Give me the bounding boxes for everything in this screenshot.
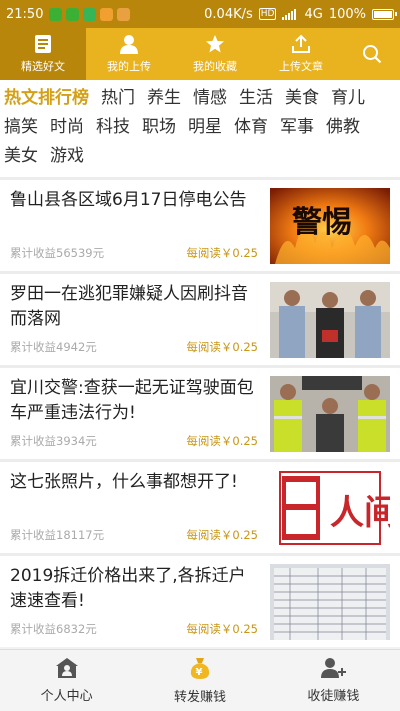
tab-featured-articles[interactable]: 精选好文 — [0, 28, 86, 80]
status-time: 21:50 — [6, 6, 44, 22]
tab-share-earn[interactable]: ¥ 转发赚钱 — [133, 650, 266, 711]
search-button[interactable] — [344, 28, 400, 80]
news-earnings: 累计收益56539元 — [10, 246, 105, 260]
network-type: 4G — [304, 6, 323, 22]
category-item[interactable]: 热门 — [101, 84, 135, 113]
add-user-icon — [321, 658, 347, 678]
tab-label: 收徒赚钱 — [307, 689, 360, 704]
search-icon — [363, 45, 382, 64]
news-thumbnail[interactable] — [270, 376, 390, 452]
tab-label: 精选好文 — [21, 60, 65, 73]
news-rate: 每阅读￥0.25 — [186, 528, 258, 542]
wechat-notification-icon — [66, 7, 80, 21]
tab-label: 个人中心 — [40, 689, 93, 704]
traffic-police-image — [270, 376, 390, 452]
tab-label: 我的上传 — [107, 60, 151, 73]
money-bag-icon: ¥ — [190, 658, 210, 679]
category-item[interactable]: 时尚 — [50, 113, 84, 142]
article-icon — [35, 35, 51, 53]
chat-notification-icon — [83, 7, 97, 21]
category-item[interactable]: 军事 — [280, 113, 314, 142]
news-earnings: 累计收益3934元 — [10, 434, 97, 448]
status-bar: 21:50 0.04K/s HD 4G 100% — [0, 0, 400, 28]
category-item[interactable]: 体育 — [234, 113, 268, 142]
thumb-text: 警惕 — [292, 205, 352, 240]
news-rate: 每阅读￥0.25 — [186, 434, 258, 448]
news-title[interactable]: 这七张照片，什么事都想开了! — [10, 470, 260, 495]
news-title[interactable]: 鲁山县各区域6月17日停电公告 — [10, 188, 260, 213]
network-speed: 0.04K/s — [204, 6, 253, 22]
news-earnings: 累计收益4942元 — [10, 340, 97, 354]
category-item[interactable]: 生活 — [239, 84, 273, 113]
category-item[interactable]: 育儿 — [331, 84, 365, 113]
category-list: 热文排行榜 热门 养生 情感 生活 美食 育儿 搞笑 时尚 科技 职场 明星 体… — [0, 80, 400, 177]
news-rate: 每阅读￥0.25 — [186, 340, 258, 354]
category-item[interactable]: 科技 — [96, 113, 130, 142]
news-list: 鲁山县各区域6月17日停电公告 累计收益56539元 每阅读￥0.25 警惕 罗… — [0, 177, 400, 647]
seal-calligraphy-image: 人间 — [270, 470, 390, 546]
news-earnings: 累计收益18117元 — [10, 528, 105, 542]
news-item[interactable]: 2019拆迁价格出来了,各拆迁户速速查看! 累计收益6832元 每阅读￥0.25 — [0, 553, 400, 647]
battery-percent: 100% — [328, 6, 366, 22]
news-thumbnail[interactable]: 人间 — [270, 470, 390, 546]
news-title[interactable]: 2019拆迁价格出来了,各拆迁户速速查看! — [10, 564, 260, 614]
tab-recruit-earn[interactable]: 收徒赚钱 — [267, 650, 400, 711]
category-item[interactable]: 情感 — [193, 84, 227, 113]
top-nav: 精选好文 我的上传 我的收藏 上传文章 — [0, 28, 400, 80]
category-item[interactable]: 搞笑 — [4, 113, 38, 142]
tab-label: 上传文章 — [279, 60, 323, 73]
user-icon — [120, 35, 138, 54]
police-photo-image — [270, 282, 390, 358]
tab-my-uploads[interactable]: 我的上传 — [86, 28, 172, 80]
tab-personal-center[interactable]: 个人中心 — [0, 650, 133, 711]
tab-my-favorites[interactable]: 我的收藏 — [172, 28, 258, 80]
home-person-icon — [55, 658, 78, 678]
tab-label: 转发赚钱 — [173, 690, 226, 705]
battery-icon — [372, 8, 397, 20]
news-title[interactable]: 宜川交警:查获一起无证驾驶面包车严重违法行为! — [10, 376, 260, 426]
category-item[interactable]: 游戏 — [50, 142, 84, 171]
news-thumbnail[interactable] — [270, 282, 390, 358]
signal-icon — [282, 8, 297, 20]
category-item[interactable]: 佛教 — [326, 113, 360, 142]
news-thumbnail[interactable]: 警惕 — [270, 188, 390, 264]
news-thumbnail[interactable] — [270, 564, 390, 640]
news-item[interactable]: 罗田一在逃犯罪嫌疑人因刷抖音而落网 累计收益4942元 每阅读￥0.25 — [0, 271, 400, 365]
svg-text:¥: ¥ — [195, 667, 202, 678]
category-item[interactable]: 职场 — [142, 113, 176, 142]
category-hot-ranking[interactable]: 热文排行榜 — [4, 84, 89, 113]
star-icon — [206, 35, 224, 53]
bottom-nav: 个人中心 ¥ 转发赚钱 收徒赚钱 — [0, 649, 400, 711]
notification-icons — [49, 7, 131, 21]
news-rate: 每阅读￥0.25 — [186, 622, 258, 636]
app-notification-icon — [100, 7, 114, 21]
warning-fire-image: 警惕 — [270, 188, 390, 264]
wechat-notification-icon — [49, 7, 63, 21]
tab-label: 我的收藏 — [193, 60, 237, 73]
app-notification-icon — [117, 7, 131, 21]
category-item[interactable]: 美食 — [285, 84, 319, 113]
category-item[interactable]: 明星 — [188, 113, 222, 142]
price-table-image — [270, 564, 390, 640]
hd-badge: HD — [258, 8, 277, 20]
upload-icon — [292, 34, 310, 53]
thumb-text: 人间 — [330, 493, 390, 533]
category-item[interactable]: 养生 — [147, 84, 181, 113]
news-rate: 每阅读￥0.25 — [186, 246, 258, 260]
category-item[interactable]: 美女 — [4, 142, 38, 171]
news-item[interactable]: 宜川交警:查获一起无证驾驶面包车严重违法行为! 累计收益3934元 每阅读￥0.… — [0, 365, 400, 459]
news-title[interactable]: 罗田一在逃犯罪嫌疑人因刷抖音而落网 — [10, 282, 260, 332]
news-item[interactable]: 鲁山县各区域6月17日停电公告 累计收益56539元 每阅读￥0.25 警惕 — [0, 177, 400, 271]
news-earnings: 累计收益6832元 — [10, 622, 97, 636]
tab-upload-article[interactable]: 上传文章 — [258, 28, 344, 80]
news-item[interactable]: 这七张照片，什么事都想开了! 累计收益18117元 每阅读￥0.25 人间 — [0, 459, 400, 553]
